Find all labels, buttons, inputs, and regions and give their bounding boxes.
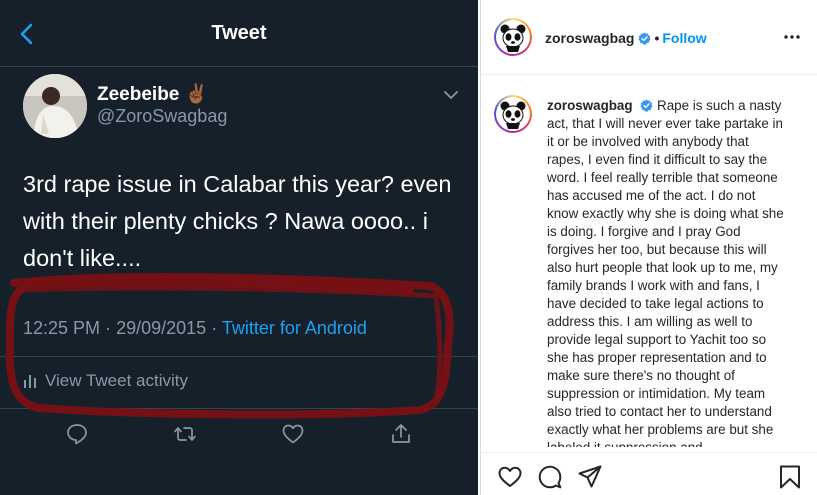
post-actions-bar [481,452,817,495]
separator-dot: • [654,30,660,46]
avatar-ring-inner [496,97,530,131]
activity-label: View Tweet activity [45,371,188,390]
avatar-photo [23,74,87,138]
meta-separator-2: · [211,318,218,338]
share-icon[interactable] [389,422,413,446]
caption-username-link[interactable]: zoroswagbag [547,98,633,113]
like-icon[interactable] [281,422,305,446]
divider [0,408,478,409]
user-display-name[interactable]: Zeebeibe ✌🏾 [97,82,208,106]
avatar[interactable] [494,18,532,56]
tweet-time: 12:25 PM [23,318,101,338]
bar-chart-icon [24,375,36,388]
panda-avatar-icon [498,22,528,52]
tweet-header: Tweet [0,0,478,67]
user-name: Zeebeibe [97,84,180,105]
post-author: zoroswagbag • Follow [545,30,707,46]
post-caption: zoroswagbag Rape is such a nasty act, th… [547,97,789,447]
comment-icon[interactable] [537,464,563,490]
meta-separator: · [105,318,112,338]
verified-badge-icon [638,32,652,45]
user-handle[interactable]: @ZoroSwagbag [97,106,227,127]
caption-avatar[interactable] [494,95,532,133]
heart-icon[interactable] [497,464,523,490]
send-icon[interactable] [577,464,603,490]
divider [0,356,478,357]
retweet-icon[interactable] [173,422,197,446]
bookmark-icon[interactable] [777,464,803,490]
panda-avatar-icon [498,99,528,129]
tweet-text: 3rd rape issue in Calabar this year? eve… [23,171,452,271]
more-options-icon[interactable] [782,29,802,45]
avatar[interactable] [23,74,87,138]
caption-text: Rape is such a nasty act, that I will ne… [547,98,784,447]
username-link[interactable]: zoroswagbag [545,30,634,46]
tweet-source-link[interactable]: Twitter for Android [222,318,367,338]
tweet-date: 29/09/2015 [116,318,207,338]
chevron-down-icon[interactable] [442,88,460,102]
verified-badge-icon [640,99,653,112]
tweet-meta: 12:25 PM · 29/09/2015 · Twitter for Andr… [23,318,367,339]
page-title: Tweet [211,22,267,44]
avatar-ring-inner [496,20,530,54]
follow-button[interactable]: Follow [662,30,706,46]
post-header: zoroswagbag • Follow [481,0,817,75]
instagram-panel: zoroswagbag • Follow zoroswagbag Rape is… [480,0,817,495]
victory-hand-emoji: ✌🏾 [184,84,209,105]
view-tweet-activity-link[interactable]: View Tweet activity [23,371,188,391]
tweet-panel: Tweet Zeebeibe ✌🏾 @ZoroSwagbag 3rd rape … [0,0,478,495]
reply-icon[interactable] [65,422,89,446]
